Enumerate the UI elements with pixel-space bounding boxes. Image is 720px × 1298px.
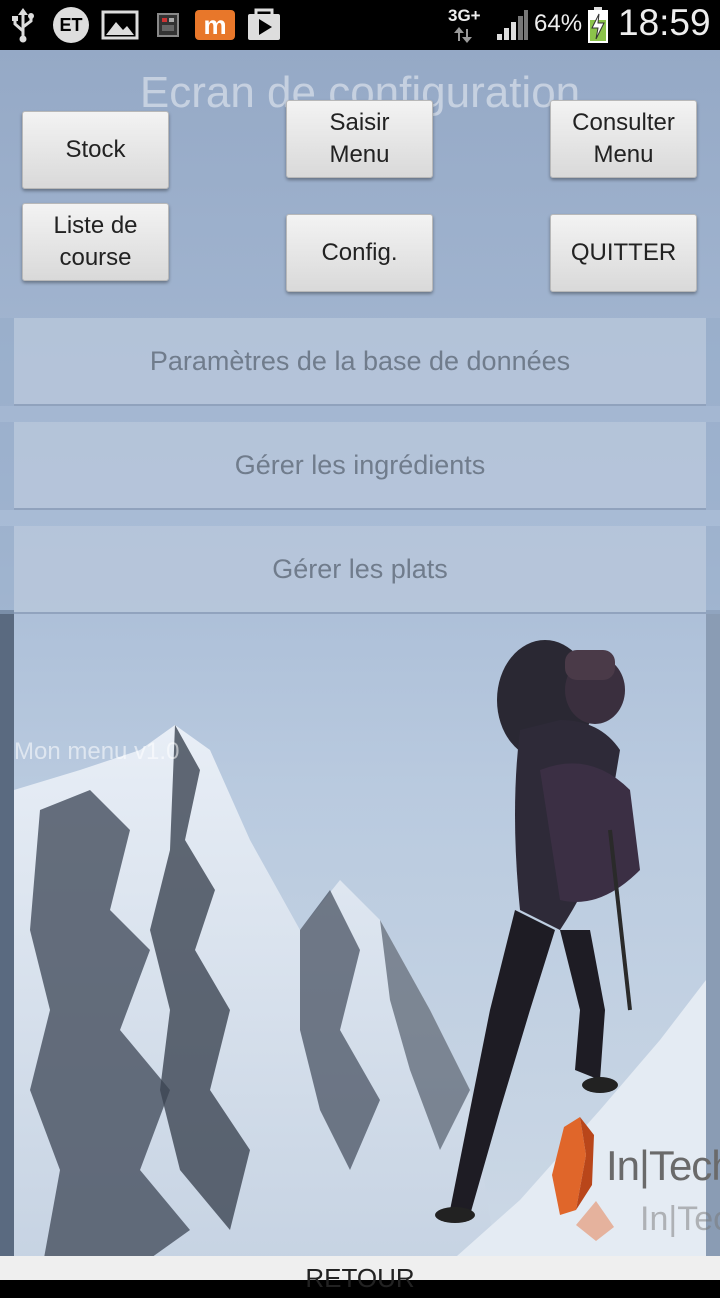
gallery-icon (100, 6, 140, 44)
logo-text: In|Tech (606, 1142, 720, 1189)
play-store-icon (244, 6, 284, 44)
saisir-menu-button[interactable]: Saisir Menu (286, 100, 433, 178)
manage-ingredients-panel[interactable]: Gérer les ingrédients (14, 422, 706, 510)
network-type: 3G+ (448, 6, 481, 25)
data-arrows-icon (452, 26, 474, 44)
status-bar: ET m 3G+ 64% 18:59 (0, 0, 720, 50)
version-label: Mon menu v1.0 (14, 738, 180, 765)
m-app-icon: m (194, 6, 236, 44)
clock: 18:59 (618, 2, 711, 43)
liste-de-course-label: Liste de course (53, 212, 138, 271)
signal-icon (494, 6, 530, 44)
et-label: ET (53, 7, 89, 43)
retour-button[interactable]: RETOUR (0, 1258, 720, 1298)
config-button[interactable]: Config. (286, 214, 433, 292)
app-screen: Ecran de configuration Stock Saisir Menu… (0, 50, 720, 1280)
liste-de-course-button[interactable]: Liste de course (22, 203, 169, 281)
battery-percent: 64% (534, 10, 583, 37)
manage-dishes-panel[interactable]: Gérer les plats (14, 526, 706, 614)
consulter-menu-label: Consulter Menu (572, 109, 675, 168)
database-settings-panel[interactable]: Paramètres de la base de données (14, 318, 706, 406)
saisir-menu-label: Saisir Menu (329, 109, 390, 168)
stock-button[interactable]: Stock (22, 111, 169, 189)
logo-text-echo: In|Tech (640, 1200, 720, 1238)
usb-icon (8, 6, 38, 44)
m-label: m (195, 10, 235, 40)
consulter-menu-button[interactable]: Consulter Menu (550, 100, 697, 178)
battery-charging-icon (586, 6, 610, 44)
et-icon: ET (50, 6, 92, 44)
app-icon (154, 6, 182, 44)
quitter-button[interactable]: QUITTER (550, 214, 697, 292)
